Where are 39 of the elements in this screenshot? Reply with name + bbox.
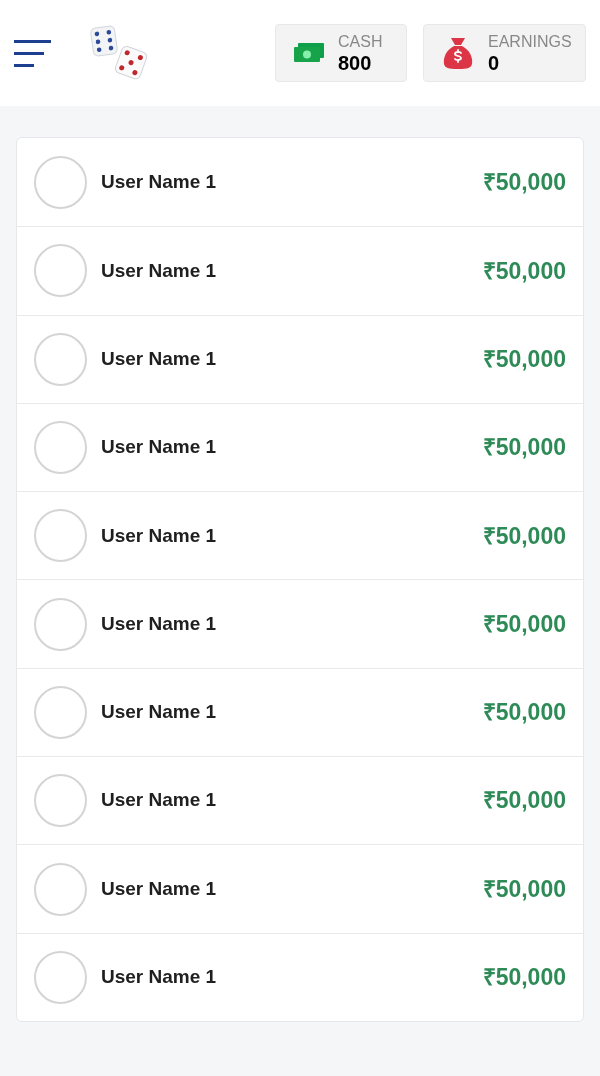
- prize-amount: ₹50,000: [482, 963, 566, 993]
- prize-amount: ₹50,000: [482, 433, 566, 463]
- balance-value: 0: [488, 52, 501, 73]
- user-name: User Name 1: [101, 523, 217, 548]
- prize-amount: ₹50,000: [482, 256, 566, 286]
- avatar: [34, 685, 87, 739]
- balance-card[interactable]: CASH 800: [275, 24, 407, 82]
- avatar: [34, 950, 87, 1004]
- prize-amount: ₹50,000: [482, 609, 566, 639]
- balance-card[interactable]: EARNINGS 0: [423, 24, 586, 82]
- user-name: User Name 1: [101, 169, 217, 194]
- avatar: [34, 421, 87, 475]
- prize-amount: ₹50,000: [482, 874, 566, 904]
- user-name: User Name 1: [101, 347, 217, 371]
- user-name: User Name 1: [101, 611, 217, 636]
- balance-label: CASH: [338, 33, 383, 50]
- avatar: [34, 155, 87, 209]
- avatar: [34, 862, 87, 916]
- user-name: User Name 1: [101, 965, 217, 990]
- avatar: [34, 774, 87, 828]
- user-name: User Name 1: [101, 876, 217, 901]
- avatar: [34, 332, 87, 386]
- balance-value: 800: [338, 52, 373, 73]
- user-name: User Name 1: [101, 788, 217, 813]
- avatar: [34, 597, 87, 651]
- user-name: User Name 1: [101, 700, 217, 725]
- user-name: User Name 1: [101, 435, 217, 460]
- prize-amount: ₹50,000: [482, 698, 566, 728]
- prize-amount: ₹50,000: [482, 521, 566, 551]
- user-name: User Name 1: [101, 258, 217, 283]
- balance-label: EARNINGS: [488, 33, 572, 50]
- avatar: [34, 509, 87, 563]
- prize-amount: ₹50,000: [482, 786, 566, 816]
- money-bag-icon: [442, 36, 474, 70]
- menu-icon[interactable]: [14, 39, 52, 67]
- banknote-icon: [294, 43, 324, 63]
- prize-amount: ₹50,000: [482, 167, 566, 197]
- avatar: [34, 244, 87, 298]
- prize-amount: ₹50,000: [482, 345, 566, 374]
